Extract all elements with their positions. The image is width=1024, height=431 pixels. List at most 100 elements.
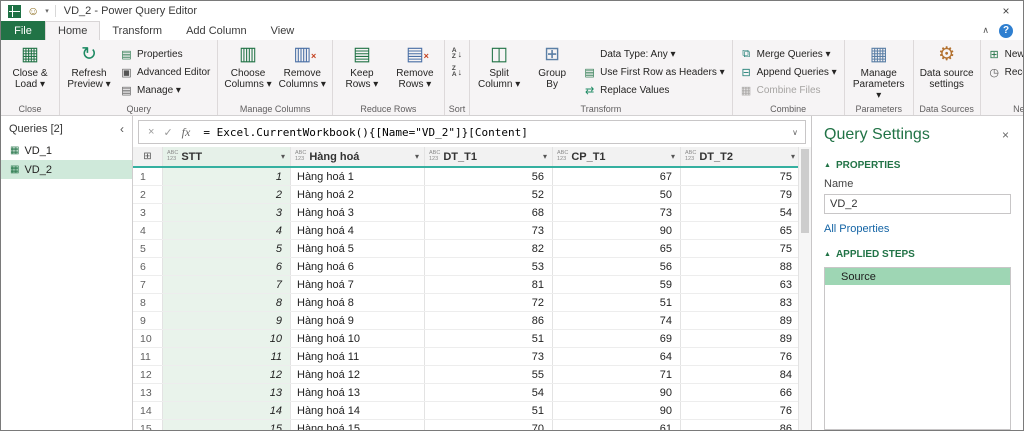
grid-cell[interactable]: 70 <box>425 420 553 430</box>
grid-cell[interactable]: 64 <box>553 348 681 365</box>
remove-columns-button[interactable]: ▥ × Remove Columns ▾ <box>277 43 328 91</box>
data-type-icon[interactable]: ABC 123 <box>557 150 568 162</box>
row-number[interactable]: 11 <box>133 348 163 365</box>
grid-cell[interactable]: 50 <box>553 186 681 203</box>
grid-cell[interactable]: 51 <box>425 330 553 347</box>
row-number[interactable]: 14 <box>133 402 163 419</box>
row-number[interactable]: 13 <box>133 384 163 401</box>
grid-cell[interactable]: 75 <box>681 240 798 257</box>
feedback-smiley-icon[interactable]: ☺ <box>27 5 39 17</box>
data-source-settings-button[interactable]: ⚙ Data source settings <box>918 43 976 91</box>
grid-cell[interactable]: Hàng hoá 1 <box>291 168 425 185</box>
grid-cell[interactable]: 82 <box>425 240 553 257</box>
grid-cell[interactable]: 52 <box>425 186 553 203</box>
query-item-vd-2[interactable]: ▦ VD_2 <box>1 160 132 179</box>
grid-cell[interactable]: Hàng hoá 14 <box>291 402 425 419</box>
formula-input[interactable]: = Excel.CurrentWorkbook(){[Name="VD_2"]}… <box>199 126 785 139</box>
grid-cell[interactable]: 9 <box>163 312 291 329</box>
formula-check-icon[interactable]: ✓ <box>163 126 172 139</box>
advanced-editor-button[interactable]: ▣ Advanced Editor <box>117 64 213 80</box>
column-header-dt-t2[interactable]: ABC 123 DT_T2 ▾ <box>681 147 798 166</box>
grid-cell[interactable]: Hàng hoá 13 <box>291 384 425 401</box>
tab-home[interactable]: Home <box>45 21 101 40</box>
manage-button[interactable]: ▤ Manage ▾ <box>117 82 213 98</box>
query-name-input[interactable] <box>824 194 1011 214</box>
grid-cell[interactable]: 79 <box>681 186 798 203</box>
tab-file[interactable]: File <box>1 21 45 40</box>
grid-cell[interactable]: 76 <box>681 348 798 365</box>
row-number[interactable]: 12 <box>133 366 163 383</box>
row-number[interactable]: 2 <box>133 186 163 203</box>
applied-step-source[interactable]: Source <box>825 268 1010 285</box>
grid-cell[interactable]: 74 <box>553 312 681 329</box>
grid-cell[interactable]: 81 <box>425 276 553 293</box>
grid-cell[interactable]: 53 <box>425 258 553 275</box>
grid-cell[interactable]: 89 <box>681 330 798 347</box>
grid-cell[interactable]: Hàng hoá 2 <box>291 186 425 203</box>
tab-transform[interactable]: Transform <box>100 21 174 40</box>
grid-cell[interactable]: 90 <box>553 402 681 419</box>
grid-cell[interactable]: 5 <box>163 240 291 257</box>
manage-parameters-button[interactable]: ▦ Manage Parameters ▾ <box>849 43 909 103</box>
grid-cell[interactable]: Hàng hoá 5 <box>291 240 425 257</box>
filter-button[interactable]: ▾ <box>279 152 287 161</box>
column-header-stt[interactable]: ABC 123 STT ▾ <box>163 147 291 166</box>
query-settings-close-icon[interactable]: × <box>1000 128 1011 142</box>
sort-descending-button[interactable]: Z A ↓ <box>449 64 465 80</box>
grid-cell[interactable]: 83 <box>681 294 798 311</box>
formula-expand-icon[interactable]: ∨ <box>785 128 805 137</box>
formula-fx-icon[interactable]: fx <box>182 125 191 140</box>
data-type-icon[interactable]: ABC 123 <box>685 150 696 162</box>
grid-cell[interactable]: 75 <box>681 168 798 185</box>
tab-view[interactable]: View <box>259 21 307 40</box>
column-header-dt-t1[interactable]: ABC 123 DT_T1 ▾ <box>425 147 553 166</box>
grid-cell[interactable]: 71 <box>553 366 681 383</box>
row-number[interactable]: 7 <box>133 276 163 293</box>
grid-cell[interactable]: 72 <box>425 294 553 311</box>
query-item-vd-1[interactable]: ▦ VD_1 <box>1 141 132 160</box>
column-header-cp-t1[interactable]: ABC 123 CP_T1 ▾ <box>553 147 681 166</box>
new-source-button[interactable]: ⊞ New Source ▾ <box>985 46 1023 62</box>
grid-cell[interactable]: Hàng hoá 4 <box>291 222 425 239</box>
grid-cell[interactable]: 56 <box>425 168 553 185</box>
scrollbar-thumb[interactable] <box>801 149 809 233</box>
refresh-preview-button[interactable]: ↻ Refresh Preview ▾ <box>64 43 114 91</box>
merge-queries-button[interactable]: ⧉ Merge Queries ▾ <box>737 46 840 62</box>
column-header-h-ng-ho[interactable]: ABC 123 Hàng hoá ▾ <box>291 147 425 166</box>
formula-cancel-icon[interactable]: × <box>148 126 154 138</box>
split-column-button[interactable]: ◫ Split Column ▾ <box>474 43 524 91</box>
combine-files-button[interactable]: ▦ Combine Files <box>737 82 840 98</box>
grid-cell[interactable]: 59 <box>553 276 681 293</box>
row-number[interactable]: 5 <box>133 240 163 257</box>
grid-cell[interactable]: 51 <box>425 402 553 419</box>
grid-cell[interactable]: Hàng hoá 10 <box>291 330 425 347</box>
grid-cell[interactable]: 90 <box>553 384 681 401</box>
tab-add-column[interactable]: Add Column <box>174 21 259 40</box>
grid-cell[interactable]: Hàng hoá 9 <box>291 312 425 329</box>
grid-cell[interactable]: Hàng hoá 7 <box>291 276 425 293</box>
grid-cell[interactable]: 69 <box>553 330 681 347</box>
grid-cell[interactable]: 3 <box>163 204 291 221</box>
grid-cell[interactable]: 8 <box>163 294 291 311</box>
grid-cell[interactable]: Hàng hoá 15 <box>291 420 425 430</box>
grid-cell[interactable]: 66 <box>681 384 798 401</box>
row-number[interactable]: 15 <box>133 420 163 430</box>
grid-cell[interactable]: 4 <box>163 222 291 239</box>
grid-cell[interactable]: 73 <box>425 222 553 239</box>
quick-access-caret-icon[interactable]: ▾ <box>45 7 49 15</box>
properties-button[interactable]: ▤ Properties <box>117 46 213 62</box>
grid-corner-cell[interactable]: ⊞ <box>133 147 163 166</box>
close-and-load-button[interactable]: ▦ Close & Load ▾ <box>5 43 55 91</box>
help-icon[interactable]: ? <box>999 23 1013 38</box>
row-number[interactable]: 3 <box>133 204 163 221</box>
grid-cell[interactable]: Hàng hoá 6 <box>291 258 425 275</box>
all-properties-link[interactable]: All Properties <box>824 223 1011 235</box>
grid-cell[interactable]: 10 <box>163 330 291 347</box>
grid-cell[interactable]: 76 <box>681 402 798 419</box>
data-type-icon[interactable]: ABC 123 <box>167 150 178 162</box>
grid-cell[interactable]: 6 <box>163 258 291 275</box>
grid-cell[interactable]: 7 <box>163 276 291 293</box>
grid-cell[interactable]: 65 <box>553 240 681 257</box>
row-number[interactable]: 6 <box>133 258 163 275</box>
grid-cell[interactable]: 73 <box>553 204 681 221</box>
